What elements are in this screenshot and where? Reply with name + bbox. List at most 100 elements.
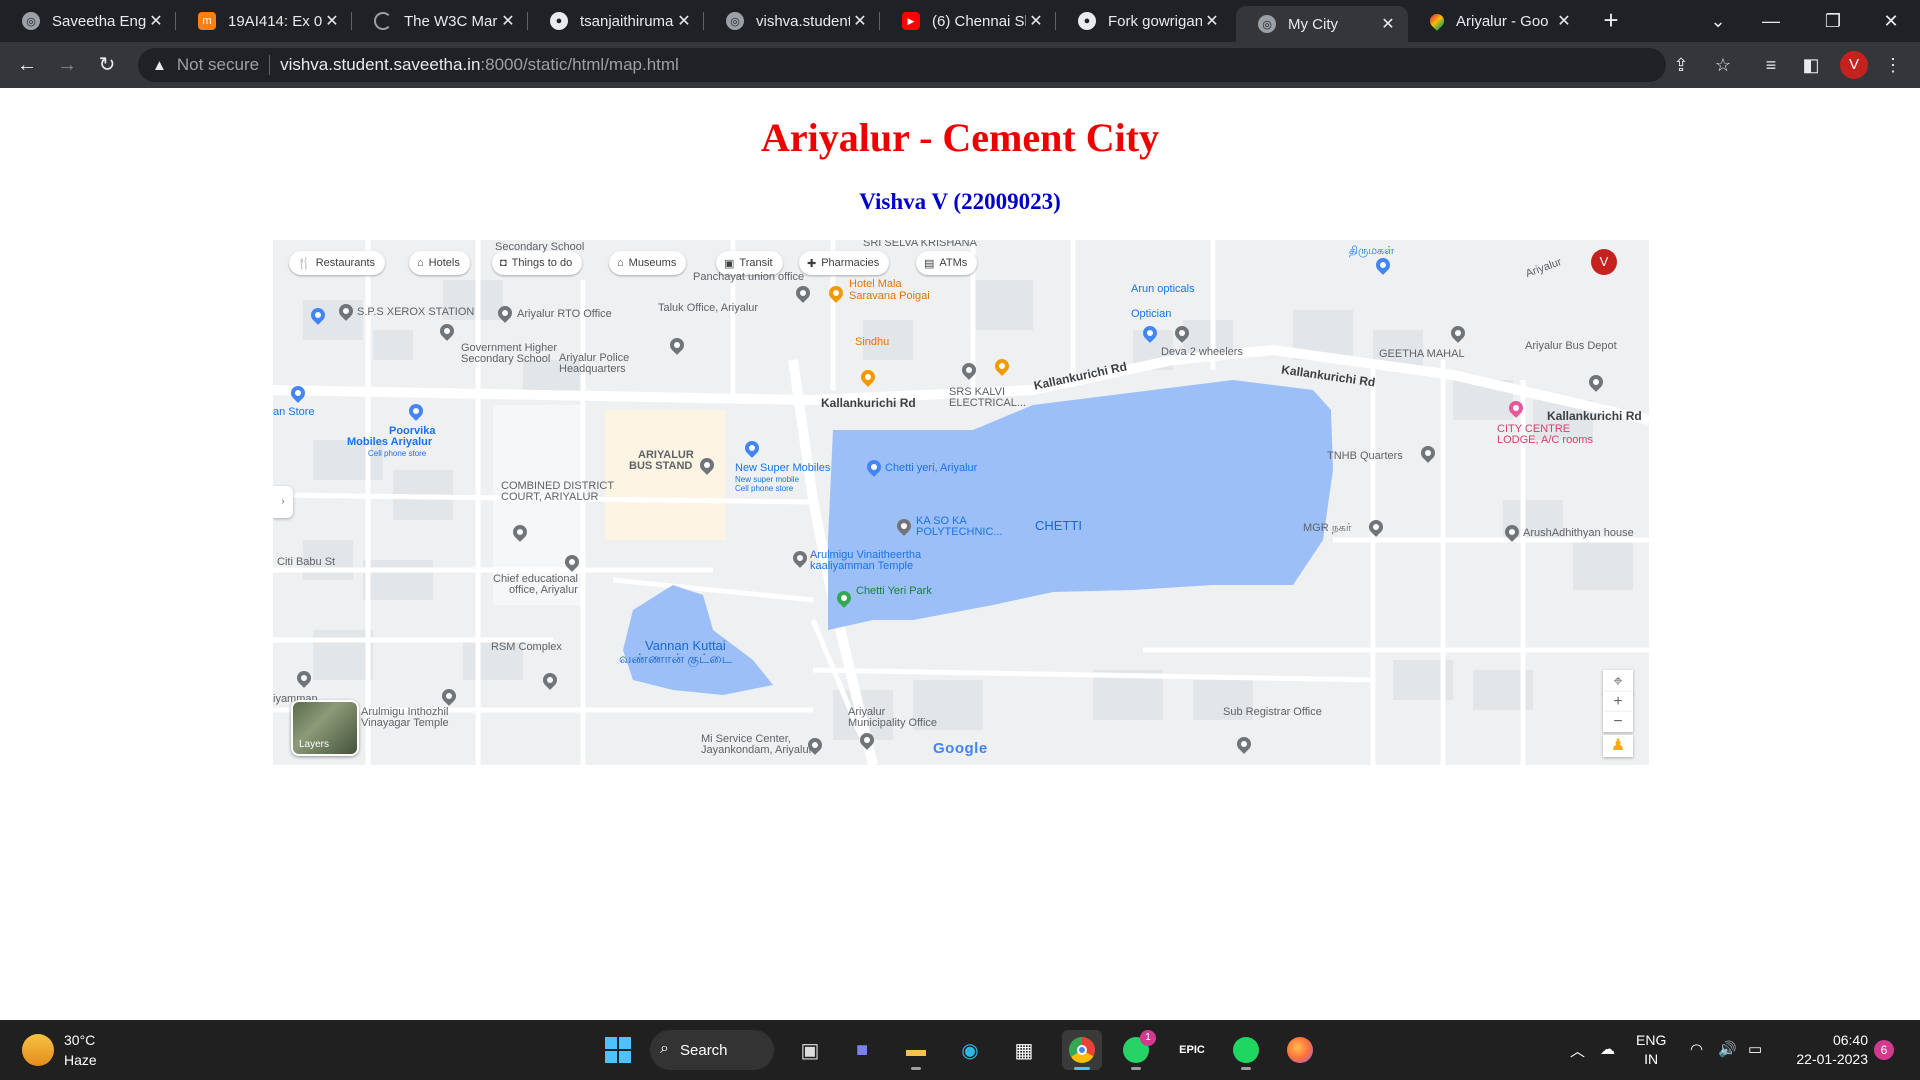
place-label[interactable]: Saravana Poigai — [849, 290, 930, 302]
place-label[interactable]: Jayankondam, Ariyalur — [701, 744, 812, 756]
place-label[interactable]: office, Ariyalur — [509, 584, 578, 596]
tab-search-icon[interactable]: ⌄ — [1703, 6, 1733, 36]
place-label[interactable]: Deva 2 wheelers — [1161, 346, 1243, 358]
place-label[interactable]: Vinayagar Temple — [361, 717, 449, 729]
place-label[interactable]: Arun opticals — [1131, 283, 1195, 295]
close-icon[interactable]: ✕ — [322, 11, 342, 31]
onedrive-icon[interactable]: ☁ — [1600, 1040, 1615, 1058]
close-icon[interactable]: ✕ — [850, 11, 870, 31]
place-label[interactable]: Mobiles Ariyalur — [347, 436, 432, 448]
place-label[interactable]: Sindhu — [855, 336, 889, 348]
taskbar-search[interactable]: ⌕ Search — [650, 1030, 774, 1070]
close-window-button[interactable]: ✕ — [1876, 6, 1906, 36]
place-label[interactable]: New Super Mobiles — [735, 462, 830, 474]
expand-panel-button[interactable]: › — [273, 486, 293, 518]
back-button[interactable]: ← — [12, 50, 42, 80]
chrome-icon[interactable] — [1062, 1030, 1102, 1070]
whatsapp-icon[interactable]: 1 — [1116, 1030, 1156, 1070]
close-icon[interactable]: ✕ — [1554, 11, 1574, 31]
pegman-icon[interactable]: ♟ — [1603, 735, 1633, 757]
place-label[interactable]: ELECTRICAL... — [949, 397, 1026, 409]
place-label[interactable]: திருமகள் — [1349, 245, 1394, 257]
zoom-in-button[interactable]: + — [1603, 692, 1633, 712]
clock[interactable]: 06:40 22-01-2023 — [1790, 1031, 1868, 1069]
new-tab-button[interactable]: + — [1598, 7, 1624, 34]
place-label[interactable]: Optician — [1131, 308, 1171, 320]
place-label[interactable]: ArushAdhithyan house — [1523, 527, 1634, 539]
restore-button[interactable]: ❐ — [1818, 6, 1848, 36]
tab-1[interactable]: m 19AI414: Ex 04 ✕ — [176, 0, 352, 42]
bookmark-star-icon[interactable]: ☆ — [1708, 50, 1738, 80]
edge-icon[interactable]: ◉ — [950, 1030, 990, 1070]
place-label[interactable]: Secondary School — [495, 241, 584, 253]
map-profile-avatar[interactable]: V — [1591, 249, 1617, 275]
chip-hotels[interactable]: ⌂ Hotels — [409, 251, 470, 275]
chip-pharmacies[interactable]: ✚ Pharmacies — [799, 251, 890, 275]
forward-button[interactable]: → — [52, 50, 82, 80]
place-label[interactable]: LODGE, A/C rooms — [1497, 434, 1593, 446]
teams-chat-icon[interactable]: ■ — [842, 1030, 882, 1070]
place-label[interactable]: Panchayat union office — [693, 271, 804, 283]
minimize-button[interactable]: — — [1756, 6, 1786, 36]
tab-4[interactable]: ◎ vishva.student ✕ — [704, 0, 880, 42]
chip-museums[interactable]: ⌂ Museums — [609, 251, 687, 275]
place-label[interactable]: kaaliyamman Temple — [810, 560, 913, 572]
security-label[interactable]: Not secure — [177, 55, 259, 75]
tab-6[interactable]: ● Fork gowrigan ✕ — [1056, 0, 1232, 42]
place-label[interactable]: Ariyalur Bus Depot — [1525, 340, 1617, 352]
place-label[interactable]: MGR நகர் — [1303, 522, 1352, 534]
epic-games-icon[interactable]: EPIC — [1172, 1030, 1212, 1070]
reload-button[interactable]: ↻ — [92, 50, 122, 80]
tab-7[interactable]: ◎ My City ✕ — [1236, 6, 1408, 42]
file-explorer-icon[interactable]: ▬ — [896, 1030, 936, 1070]
chip-things-to-do[interactable]: ◘ Things to do — [492, 251, 583, 275]
wifi-icon[interactable]: ◠ — [1690, 1040, 1703, 1058]
tab-8[interactable]: Ariyalur - Goo ✕ — [1408, 0, 1584, 42]
my-location-button[interactable]: ⌖ — [1603, 670, 1633, 694]
close-icon[interactable]: ✕ — [146, 11, 166, 31]
chevron-up-icon[interactable]: ︿ — [1570, 1040, 1585, 1061]
volume-icon[interactable]: 🔊 — [1718, 1040, 1737, 1058]
profile-avatar[interactable]: V — [1840, 51, 1868, 79]
close-icon[interactable]: ✕ — [1026, 11, 1046, 31]
place-label[interactable]: Ariyalur RTO Office — [517, 308, 612, 320]
close-icon[interactable]: ✕ — [498, 11, 518, 31]
place-label[interactable]: Sub Registrar Office — [1223, 706, 1322, 718]
place-label[interactable]: GEETHA MAHAL — [1379, 348, 1465, 360]
warning-icon[interactable]: ▲ — [152, 57, 167, 74]
place-label[interactable]: Cell phone store — [368, 448, 426, 460]
reading-list-icon[interactable]: ≡ — [1756, 50, 1786, 80]
close-icon[interactable]: ✕ — [1202, 11, 1222, 31]
firefox-icon[interactable] — [1280, 1030, 1320, 1070]
language-indicator[interactable]: ENG IN — [1636, 1031, 1666, 1069]
place-label[interactable]: Municipality Office — [848, 717, 937, 729]
address-bar[interactable]: ▲ Not secure vishva.student.saveetha.in:… — [138, 48, 1666, 82]
place-label[interactable]: SRI SELVA KRISHANA — [863, 240, 977, 249]
place-label[interactable]: Chetti Yeri Park — [856, 585, 932, 597]
place-label[interactable]: BUS STAND — [629, 460, 692, 472]
chip-restaurants[interactable]: 🍴 Restaurants — [289, 251, 386, 275]
place-label[interactable]: COURT, ARIYALUR — [501, 491, 598, 503]
map-canvas[interactable] — [273, 240, 1649, 765]
place-label[interactable]: Hotel Mala — [849, 278, 902, 290]
weather-widget[interactable]: 30°C Haze — [22, 1030, 97, 1070]
start-button[interactable] — [598, 1030, 638, 1070]
place-label[interactable]: Taluk Office, Ariyalur — [658, 302, 758, 314]
side-panel-icon[interactable]: ◧ — [1796, 50, 1826, 80]
spotify-icon[interactable] — [1226, 1030, 1266, 1070]
place-label[interactable]: RSM Complex — [491, 641, 562, 653]
place-label[interactable]: S.P.S XEROX STATION — [357, 306, 474, 318]
layers-button[interactable]: Layers — [291, 700, 359, 756]
menu-icon[interactable]: ⋮ — [1878, 50, 1908, 80]
place-label[interactable]: Chetti yeri, Ariyalur — [885, 462, 977, 474]
task-view-icon[interactable]: ▣ — [790, 1030, 830, 1070]
tab-2[interactable]: The W3C Mark ✕ — [352, 0, 528, 42]
zoom-out-button[interactable]: − — [1603, 712, 1633, 732]
place-label[interactable]: Headquarters — [559, 363, 626, 375]
place-label[interactable]: Cell phone store — [735, 483, 793, 495]
close-icon[interactable]: ✕ — [674, 11, 694, 31]
microsoft-store-icon[interactable]: ▦ — [1004, 1030, 1044, 1070]
place-label[interactable]: TNHB Quarters — [1327, 450, 1403, 462]
place-label[interactable]: Secondary School — [461, 353, 550, 365]
place-label[interactable]: POLYTECHNIC... — [916, 526, 1003, 538]
